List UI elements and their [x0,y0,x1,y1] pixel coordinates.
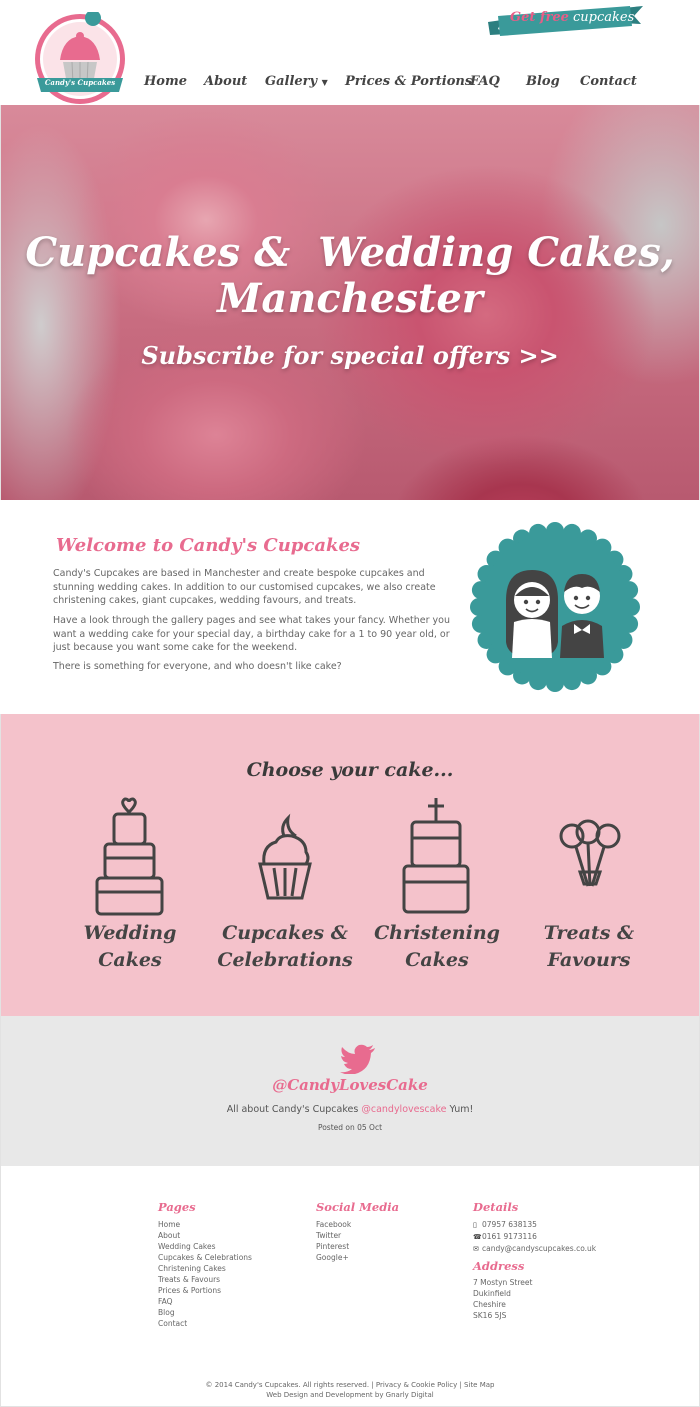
footer-mobile[interactable]: ▯ 07957 638135 [473,1219,596,1231]
footer-link-christening-cakes[interactable]: Christening Cakes [158,1263,252,1274]
twitter-handle[interactable]: @CandyLovesCake [1,1076,699,1094]
footer-address-title: Address [473,1259,525,1273]
treats-favours-card[interactable]: Treats & Favours [514,792,664,992]
ribbon-text-part2: cupcakes [573,10,635,25]
site-header: Candy's Cupcakes Get free cupcakes Home … [0,0,700,105]
footer-link-twitter[interactable]: Twitter [316,1230,351,1241]
footer-address-list: 7 Mostyn Street Dukinfield Cheshire SK16… [473,1277,532,1321]
copyright-text: © 2014 Candy's Cupcakes. All rights rese… [205,1381,495,1389]
footer-link-blog[interactable]: Blog [158,1307,252,1318]
hero-title-line2: Manchester [217,275,483,322]
footer-email-address: candy@candyscupcakes.co.uk [482,1244,597,1253]
footer-link-treats-favours[interactable]: Treats & Favours [158,1274,252,1285]
footer-address-line-4: SK16 5JS [473,1311,507,1320]
wedding-cake-icon [95,797,164,916]
credit-text: Web Design and Development by Gnarly Dig… [266,1391,434,1399]
chevron-down-icon: ▼ [321,77,328,87]
footer-pages-list: Home About Wedding Cakes Cupcakes & Cele… [158,1219,252,1329]
tweet-mention-link[interactable]: @candylovescake [361,1104,446,1115]
nav-prices-portions[interactable]: Prices & Portions [345,74,472,89]
mobile-phone-icon: ▯ [473,1221,477,1229]
choose-title: Choose your cake... [246,759,454,781]
tweet-text: All about Candy's Cupcakes @candylovesca… [1,1104,699,1115]
choose-cake-section: Choose your cake... Wedding Cakes Cupcak… [1,714,699,1016]
copyright: © 2014 Candy's Cupcakes. All rights rese… [1,1380,699,1400]
footer-link-facebook[interactable]: Facebook [316,1219,351,1230]
nav-blog[interactable]: Blog [526,74,560,89]
cupcakes-celebrations-label: Cupcakes & Celebrations [210,920,360,974]
tweet-posted-date: Posted on 05 Oct [317,1123,383,1132]
footer-link-prices-portions[interactable]: Prices & Portions [158,1285,252,1296]
cupcakes-celebrations-label-line1: Cupcakes & [222,922,348,944]
treats-favours-label-line2: Favours [547,949,631,971]
ribbon-text: Get free cupcakes [510,10,634,25]
phone-icon: ☎ [473,1233,482,1241]
ribbon-text-part1: Get free [510,10,569,25]
footer-link-pinterest[interactable]: Pinterest [316,1241,351,1252]
footer-link-contact[interactable]: Contact [158,1318,252,1329]
twitter-section: @CandyLovesCake All about Candy's Cupcak… [1,1016,699,1166]
nav-gallery[interactable]: Gallery ▼ [265,74,328,89]
nav-contact[interactable]: Contact [580,74,637,89]
christening-cake-icon [402,798,470,914]
footer-mobile-number: 07957 638135 [482,1220,537,1229]
hero-title-line1: Cupcakes & Wedding Cakes, [25,229,675,276]
nav-faq[interactable]: FAQ [470,74,500,89]
get-free-cupcakes-ribbon[interactable]: Get free cupcakes [488,4,643,38]
nav-home[interactable]: Home [144,74,187,89]
christening-cakes-label-line1: Christening [374,922,500,944]
tweet-text-before: All about Candy's Cupcakes [226,1104,362,1115]
christening-cakes-card[interactable]: Christening Cakes [362,792,512,992]
envelope-icon: ✉ [473,1245,479,1253]
twitter-bird-icon[interactable] [340,1044,376,1074]
footer-link-wedding-cakes[interactable]: Wedding Cakes [158,1241,252,1252]
hero-banner: Cupcakes & Wedding Cakes, Manchester Sub… [1,105,699,500]
cupcakes-celebrations-card[interactable]: Cupcakes & Celebrations [210,792,360,992]
footer-details-title: Details [473,1200,519,1214]
footer-phone-number: 0161 9173116 [482,1232,537,1241]
tweet-text-after: Yum! [446,1104,474,1115]
treats-favours-label: Treats & Favours [514,920,664,974]
subscribe-link[interactable]: Subscribe for special offers >> [1,341,699,370]
footer-social-list: Facebook Twitter Pinterest Google+ [316,1219,351,1263]
footer-link-home[interactable]: Home [158,1219,252,1230]
cupcake-icon [258,813,312,900]
welcome-title: Welcome to Candy's Cupcakes [56,535,361,556]
wedding-cakes-label-line1: Wedding [83,922,177,944]
footer-link-google-plus[interactable]: Google+ [316,1252,351,1263]
nav-about[interactable]: About [204,74,247,89]
wedding-cakes-label-line2: Cakes [98,949,162,971]
cupcakes-celebrations-label-line2: Celebrations [217,949,353,971]
footer-details-list: ▯ 07957 638135 ☎0161 9173116 ✉ candy@candy… [473,1219,596,1255]
footer-link-cupcakes-celebrations[interactable]: Cupcakes & Celebrations [158,1252,252,1263]
footer-pages-title: Pages [158,1200,196,1214]
welcome-section: Welcome to Candy's Cupcakes Candy's Cupc… [0,500,700,714]
welcome-paragraph-2: Have a look through the gallery pages an… [53,615,451,653]
christening-cakes-label: Christening Cakes [362,920,512,974]
footer-link-about[interactable]: About [158,1230,252,1241]
footer-address-line-2: Dukinfield [473,1289,511,1298]
wedding-cakes-card[interactable]: Wedding Cakes [55,792,205,992]
treats-favours-label-line1: Treats & [543,922,635,944]
nav-gallery-label: Gallery [265,74,318,89]
wedding-cakes-label: Wedding Cakes [55,920,205,974]
hero-title: Cupcakes & Wedding Cakes, Manchester [1,230,699,322]
bride-groom-badge-icon [470,522,640,692]
footer-address-line-1: 7 Mostyn Street [473,1278,533,1287]
footer-email[interactable]: ✉ candy@candyscupcakes.co.uk [473,1243,596,1255]
footer-link-faq[interactable]: FAQ [158,1296,252,1307]
site-footer: Pages Home About Wedding Cakes Cupcakes … [1,1166,699,1406]
cake-pops-icon [559,819,621,887]
welcome-paragraph-3: There is something for everyone, and who… [53,661,342,672]
welcome-paragraph-1: Candy's Cupcakes are based in Manchester… [53,568,436,606]
footer-phone[interactable]: ☎0161 9173116 [473,1231,596,1243]
footer-address-line-3: Cheshire [473,1300,506,1309]
christening-cakes-label-line2: Cakes [405,949,469,971]
main-nav: Home About Gallery ▼ Prices & Portions F… [0,74,700,96]
footer-social-title: Social Media [316,1200,400,1214]
